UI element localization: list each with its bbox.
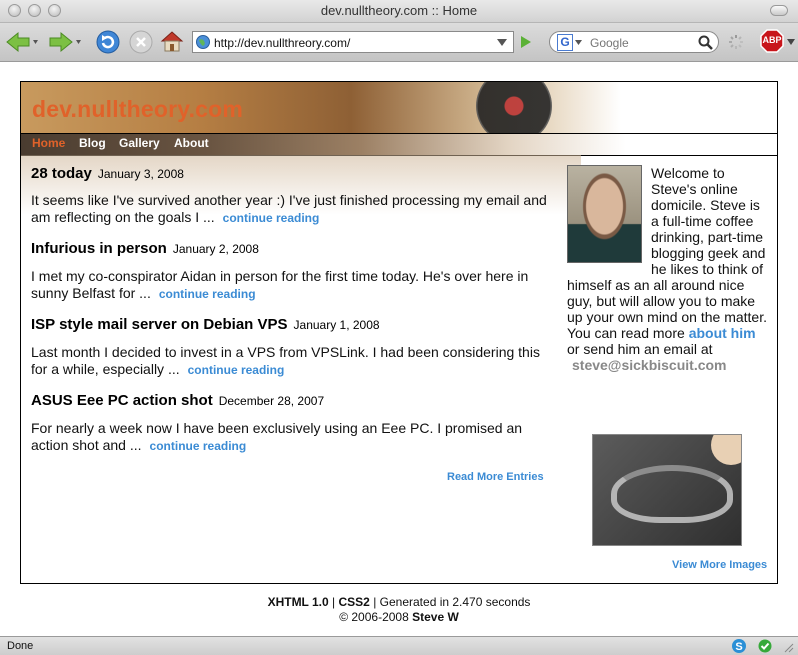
entry-excerpt-text: Last month I decided to invest in a VPS …	[31, 344, 540, 377]
entry-title: 28 today January 3, 2008	[31, 165, 184, 182]
home-icon	[160, 31, 184, 52]
toolbar-overflow-icon[interactable]	[787, 39, 795, 45]
search-engine-icon[interactable]: G	[557, 34, 573, 51]
status-text: Done	[7, 640, 34, 652]
adblock-button[interactable]: ABP	[760, 29, 784, 53]
entry-date: January 2, 2008	[172, 242, 259, 256]
search-icon[interactable]	[698, 35, 713, 50]
css-link[interactable]: CSS2	[339, 595, 370, 609]
page-viewport: dev.nulltheory.com Home Blog Gallery Abo…	[0, 62, 798, 636]
generated-time: | Generated in 2.470 seconds	[373, 595, 531, 609]
go-button[interactable]	[518, 33, 534, 51]
entry-excerpt: I met my co-conspirator Aidan in person …	[31, 268, 551, 303]
search-input[interactable]	[588, 35, 702, 51]
gallery-thumbnail[interactable]	[592, 434, 742, 546]
footer-line-1: XHTML 1.0 | CSS2 | Generated in 2.470 se…	[0, 595, 798, 610]
continue-reading-link[interactable]: continue reading	[150, 439, 247, 453]
window-title: dev.nulltheory.com :: Home	[320, 3, 478, 18]
footer-line-2: © 2006-2008 Steve W	[0, 610, 798, 625]
window-titlebar: dev.nulltheory.com :: Home	[0, 0, 798, 23]
svg-text:S: S	[735, 641, 742, 653]
history-dropdown-icon[interactable]	[497, 39, 507, 47]
entry-title-link[interactable]: Infurious in person	[31, 240, 167, 257]
home-button[interactable]	[159, 28, 185, 54]
engine-dropdown-icon[interactable]	[575, 40, 582, 45]
nav-gallery[interactable]: Gallery	[119, 136, 160, 150]
entry-title-link[interactable]: ASUS Eee PC action shot	[31, 392, 213, 409]
reload-button[interactable]	[95, 29, 121, 55]
nav-about[interactable]: About	[174, 136, 209, 150]
copyright: © 2006-2008	[339, 610, 409, 624]
entry-excerpt-text: For nearly a week now I have been exclus…	[31, 420, 523, 453]
continue-reading-link[interactable]: continue reading	[188, 363, 285, 377]
status-bar: Done S	[0, 636, 798, 655]
search-box[interactable]: G	[549, 31, 719, 53]
bio-mid: or send him an email at	[567, 341, 713, 357]
site-container: dev.nulltheory.com Home Blog Gallery Abo…	[20, 81, 778, 584]
email-link[interactable]: steve@sickbiscuit.com	[572, 357, 767, 373]
view-more-images-link[interactable]: View More Images	[672, 559, 767, 571]
site-footer: XHTML 1.0 | CSS2 | Generated in 2.470 se…	[0, 595, 798, 625]
entry-excerpt: It seems like I've survived another year…	[31, 192, 551, 227]
site-globe-icon	[196, 35, 210, 49]
forward-arrow-icon	[49, 31, 81, 53]
reload-icon	[96, 30, 120, 54]
author-bio: Welcome to Steve's online domicile. Stev…	[567, 165, 767, 373]
continue-reading-link[interactable]: continue reading	[159, 287, 256, 301]
entry-date: January 1, 2008	[293, 318, 380, 332]
entry-date: January 3, 2008	[97, 167, 184, 181]
loading-throbber-icon	[726, 32, 746, 52]
banner-record-image	[476, 82, 552, 134]
entry-title-link[interactable]: ISP style mail server on Debian VPS	[31, 316, 288, 333]
browser-toolbar: http://dev.nullthreory.com/ G ABP	[0, 23, 798, 62]
ok-check-icon[interactable]	[758, 639, 772, 653]
entry-title-link[interactable]: 28 today	[31, 165, 92, 182]
xhtml-link[interactable]: XHTML 1.0	[268, 595, 329, 609]
forward-button[interactable]	[48, 29, 82, 55]
address-text: http://dev.nullthreory.com/	[214, 36, 351, 50]
footer-separator: |	[332, 595, 336, 609]
entry-excerpt-text: I met my co-conspirator Aidan in person …	[31, 268, 529, 301]
skype-icon[interactable]: S	[731, 638, 747, 654]
stop-icon	[129, 30, 153, 54]
entry-date: December 28, 2007	[218, 394, 325, 408]
go-arrow-icon	[521, 36, 531, 48]
entry-excerpt: Last month I decided to invest in a VPS …	[31, 344, 551, 379]
nav-blog[interactable]: Blog	[79, 136, 106, 150]
entry-excerpt: For nearly a week now I have been exclus…	[31, 420, 551, 455]
about-him-link[interactable]: about him	[689, 325, 756, 341]
resize-grip-icon[interactable]	[783, 642, 794, 653]
site-title[interactable]: dev.nulltheory.com	[32, 96, 243, 123]
site-nav: Home Blog Gallery About	[21, 133, 777, 156]
entry-title: ASUS Eee PC action shot December 28, 2007	[31, 392, 324, 409]
nav-home[interactable]: Home	[32, 136, 65, 150]
entry-title: ISP style mail server on Debian VPS Janua…	[31, 316, 380, 333]
adblock-label: ABP	[762, 35, 782, 45]
read-more-entries-link[interactable]: Read More Entries	[447, 471, 544, 483]
address-bar[interactable]: http://dev.nullthreory.com/	[192, 31, 514, 53]
back-button[interactable]	[5, 29, 39, 55]
entry-title: Infurious in person January 2, 2008	[31, 240, 259, 257]
stop-button[interactable]	[128, 29, 154, 55]
back-arrow-icon	[6, 31, 38, 53]
author-name: Steve W	[412, 610, 459, 624]
continue-reading-link[interactable]: continue reading	[223, 211, 320, 225]
site-banner: dev.nulltheory.com	[21, 82, 777, 134]
toolbar-toggle-button[interactable]	[770, 5, 788, 16]
